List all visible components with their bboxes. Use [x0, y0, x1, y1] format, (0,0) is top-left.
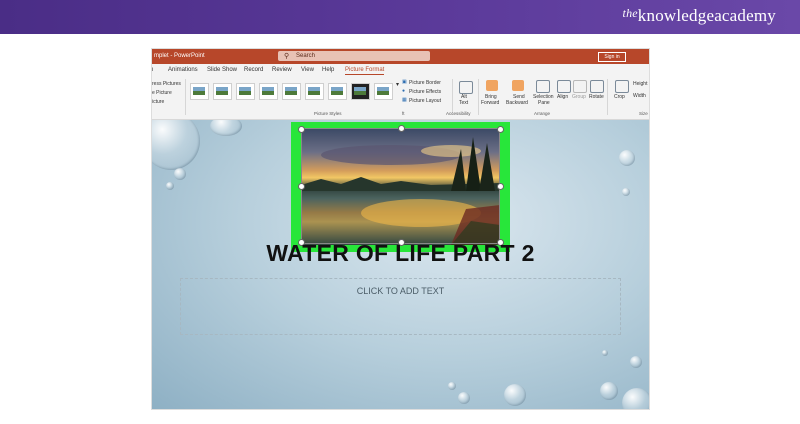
picture-style-5[interactable] — [282, 83, 301, 100]
compress-pictures-button[interactable]: ress Pictures — [152, 81, 181, 87]
water-drop — [622, 188, 630, 196]
water-drop — [602, 350, 608, 356]
picture-border-icon: ▣ — [402, 79, 407, 85]
send-backward-icon — [512, 80, 524, 91]
resize-handle-top-right[interactable] — [497, 126, 504, 133]
sign-in-button[interactable]: Sign in — [598, 52, 626, 62]
accessibility-group-label: Accessibility — [446, 111, 471, 116]
reset-picture-button[interactable]: icture — [152, 99, 164, 105]
picture-border-button[interactable]: Picture Border — [409, 80, 441, 86]
bring-forward-label-2[interactable]: Forward — [481, 100, 499, 106]
styles-group-mark: ft — [402, 111, 405, 116]
search-placeholder: Search — [296, 53, 316, 59]
picture-styles-group-label: Picture Styles — [314, 111, 342, 116]
picture-effects-icon: ● — [402, 88, 406, 94]
picture-selection-frame — [301, 128, 500, 244]
separator — [452, 79, 453, 115]
crop-button[interactable]: Crop — [614, 94, 625, 100]
water-drop — [504, 384, 526, 406]
width-field[interactable]: Width — [633, 93, 646, 99]
separator — [478, 79, 479, 115]
water-drop — [600, 382, 618, 400]
resize-handle-left[interactable] — [298, 183, 305, 190]
powerpoint-window: mplet - PowerPoint ⚲ Search Sign in n An… — [152, 49, 649, 409]
tab-review[interactable]: Review — [272, 67, 292, 73]
align-icon — [557, 80, 571, 93]
crop-icon — [615, 80, 629, 93]
slide-title[interactable]: WATER OF LIFE PART 2 — [152, 240, 649, 267]
brand-prefix: the — [622, 6, 638, 20]
tab-picture-format[interactable]: Picture Format — [345, 67, 385, 75]
group-icon — [573, 80, 587, 93]
water-drop — [166, 182, 174, 190]
picture-style-7[interactable] — [328, 83, 347, 100]
resize-handle-top-left[interactable] — [298, 126, 305, 133]
rotate-button[interactable]: Rotate — [589, 94, 604, 100]
picture-style-9[interactable] — [374, 83, 393, 100]
brand-logo: theknowledgeacademy — [623, 6, 776, 26]
tab-slide-show[interactable]: Slide Show — [207, 67, 237, 73]
rotate-icon — [590, 80, 604, 93]
water-drop — [630, 356, 642, 368]
slide-canvas[interactable]: WATER OF LIFE PART 2 CLICK TO ADD TEXT — [152, 120, 649, 409]
top-banner: theknowledgeacademy — [0, 0, 800, 34]
water-drop — [458, 392, 470, 404]
align-button[interactable]: Align — [557, 94, 568, 100]
search-icon: ⚲ — [284, 53, 290, 60]
water-drop — [174, 168, 186, 180]
selection-pane-label-2[interactable]: Pane — [538, 100, 550, 106]
water-drop — [210, 120, 242, 136]
size-group-label: Size — [639, 111, 648, 116]
tab-record[interactable]: Record — [244, 67, 263, 73]
picture-style-8[interactable] — [351, 83, 370, 100]
placeholder-text: CLICK TO ADD TEXT — [356, 286, 445, 296]
search-box[interactable]: ⚲ Search — [278, 51, 430, 61]
tab-view[interactable]: View — [301, 67, 314, 73]
brand-name: knowledgeacademy — [637, 6, 776, 25]
title-bar: mplet - PowerPoint ⚲ Search Sign in — [152, 49, 649, 64]
water-drop — [152, 120, 200, 170]
tab-animations[interactable]: Animations — [168, 67, 198, 73]
app-title: mplet - PowerPoint — [154, 53, 205, 59]
picture-style-1[interactable] — [190, 83, 209, 100]
picture-style-4[interactable] — [259, 83, 278, 100]
tab-help[interactable]: Help — [322, 67, 334, 73]
picture-effects-button[interactable]: Picture Effects — [409, 89, 441, 95]
ribbon: ress Pictures e Picture icture Picture S… — [152, 76, 649, 120]
separator — [607, 79, 608, 115]
group-button[interactable]: Group — [572, 94, 586, 100]
alt-text-icon — [459, 81, 473, 94]
ribbon-tabs: n Animations Slide Show Record Review Vi… — [152, 64, 649, 76]
resize-handle-top[interactable] — [398, 125, 405, 132]
separator — [185, 79, 186, 115]
water-drop — [622, 388, 649, 409]
send-backward-label-2[interactable]: Backward — [506, 100, 528, 106]
picture-style-3[interactable] — [236, 83, 255, 100]
picture-style-6[interactable] — [305, 83, 324, 100]
resize-handle-right[interactable] — [497, 183, 504, 190]
picture-layout-button[interactable]: Picture Layout — [409, 98, 441, 104]
change-picture-button[interactable]: e Picture — [152, 90, 172, 96]
picture-style-2[interactable] — [213, 83, 232, 100]
text-placeholder[interactable]: CLICK TO ADD TEXT — [180, 278, 621, 335]
gallery-more-icon[interactable]: ▾ — [396, 81, 399, 88]
tab-home-partial[interactable]: n — [152, 67, 153, 73]
selection-pane-icon — [536, 80, 550, 93]
alt-text-label-2[interactable]: Text — [459, 100, 468, 106]
water-drop — [619, 150, 635, 166]
bring-forward-icon — [486, 80, 498, 91]
picture-layout-icon: ▦ — [402, 97, 407, 103]
arrange-group-label: Arrange — [534, 111, 551, 116]
height-field[interactable]: Height — [633, 81, 647, 87]
water-drop — [448, 382, 456, 390]
